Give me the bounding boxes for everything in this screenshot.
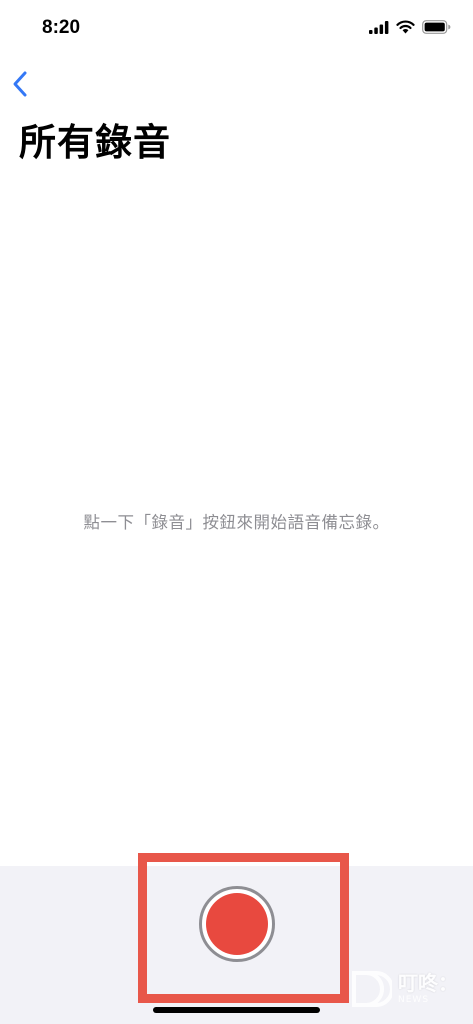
record-button[interactable]: [199, 886, 275, 962]
battery-icon: [422, 20, 451, 34]
watermark-logo-icon: [352, 971, 392, 1007]
watermark-sub: NEWS: [398, 995, 430, 1005]
watermark-name: 叮咚：: [398, 971, 458, 995]
status-bar: 8:20: [0, 0, 473, 60]
watermark: 叮咚： NEWS: [352, 968, 470, 1010]
status-icons: [369, 20, 451, 34]
wifi-icon: [396, 20, 415, 34]
back-button[interactable]: [6, 66, 36, 102]
status-time: 8:20: [42, 17, 81, 38]
record-icon: [206, 893, 268, 955]
page-title: 所有錄音: [19, 121, 171, 164]
chevron-left-icon: [13, 71, 27, 97]
home-indicator: [153, 1007, 320, 1013]
empty-state-message: 點一下「錄音」按鈕來開始語音備忘錄。: [83, 513, 390, 532]
watermark-text: 叮咚： NEWS: [398, 973, 458, 1005]
cellular-signal-icon: [369, 20, 389, 34]
